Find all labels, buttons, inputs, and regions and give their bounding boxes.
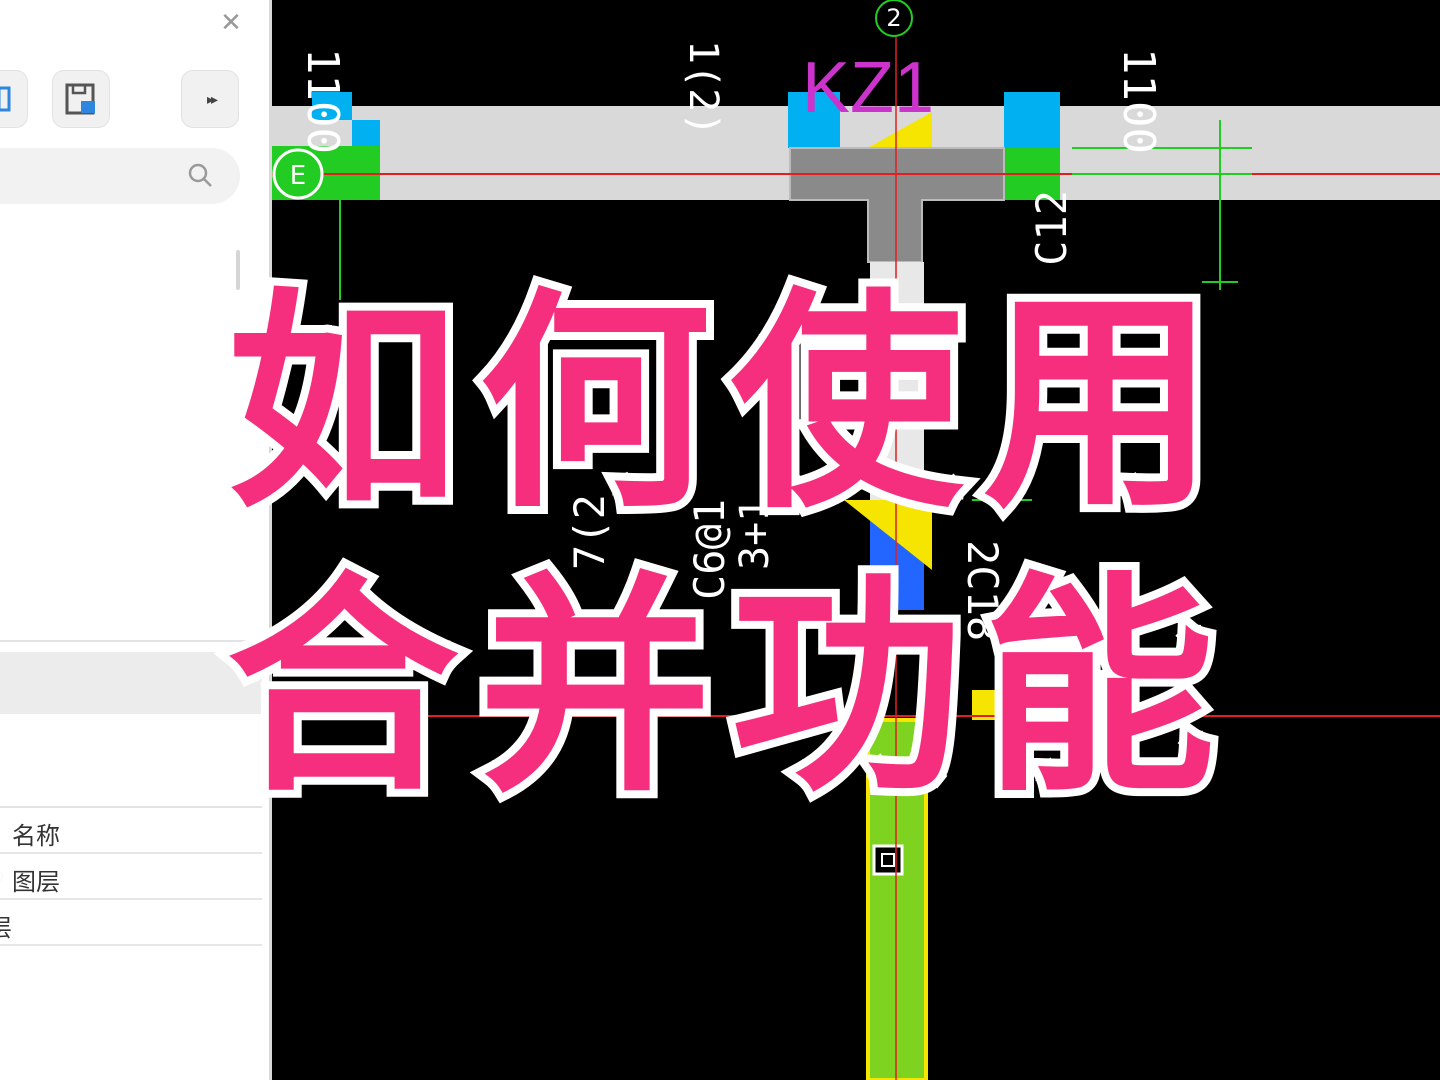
axis-label-left: E	[290, 161, 306, 191]
rebar-label: C12	[1027, 190, 1076, 266]
rebar-label: C6@1	[685, 499, 734, 600]
expand-button[interactable]: ▸▸	[181, 70, 239, 128]
save-icon	[65, 83, 95, 115]
property-row-layer[interactable]: ◐ 图层	[0, 854, 262, 900]
rebar-label: 2C18	[958, 540, 1007, 641]
scrollbar[interactable]	[236, 250, 240, 290]
property-row-partial[interactable]: 层	[0, 900, 262, 946]
properties-header	[0, 652, 262, 714]
property-label-partial: 层	[0, 908, 12, 943]
column-label: KZ1	[802, 48, 934, 128]
search-input[interactable]	[0, 148, 240, 204]
toolbar-button-partial[interactable]	[0, 70, 28, 128]
side-panel: ✕ ▸▸ 名称 ◐ 图层 层	[0, 0, 272, 1080]
cad-canvas[interactable]: 2 E KZ1 1100 1100 C12 2C18 C6@1 3+1 7(2 …	[272, 0, 1440, 1080]
blue-column-block	[352, 120, 380, 146]
dimension-left: 1100	[297, 48, 348, 154]
axis-label-top: 2	[886, 4, 901, 32]
rebar-label: 3+1	[732, 498, 778, 570]
expand-marker-icon: ◐	[0, 862, 5, 890]
property-label-layer: 图层	[12, 869, 60, 896]
divider	[0, 640, 262, 642]
layer-icon	[0, 86, 11, 112]
rebar-label: 7(2	[565, 494, 614, 570]
cad-drawing: 2 E KZ1 1100 1100 C12 2C18 C6@1 3+1 7(2 …	[272, 0, 1440, 1080]
save-layout-button[interactable]	[52, 70, 110, 128]
dimension-right: 1100	[1113, 48, 1164, 154]
green-column	[868, 720, 926, 1080]
close-icon[interactable]: ✕	[214, 6, 248, 40]
snap-point-icon	[872, 844, 904, 876]
property-row-name[interactable]: 名称	[0, 808, 262, 854]
blue-column-block	[1004, 92, 1060, 148]
column-stack	[870, 262, 924, 502]
property-label-name: 名称	[12, 823, 60, 850]
search-icon	[188, 163, 212, 187]
t-section	[789, 147, 1005, 263]
rebar-label: 1(2)	[680, 40, 726, 136]
double-chevron-icon: ▸▸	[206, 92, 218, 108]
